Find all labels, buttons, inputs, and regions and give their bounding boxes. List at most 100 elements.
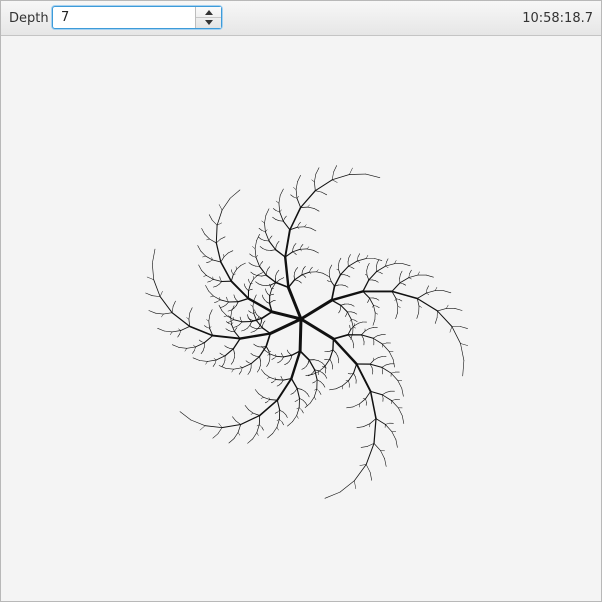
branch-segment (202, 255, 206, 258)
branch-segment (258, 399, 279, 417)
branch-segment (376, 334, 382, 337)
branch-segment (460, 343, 465, 361)
branch-segment (307, 206, 315, 209)
branch-segment (369, 359, 375, 365)
branch-segment (299, 398, 304, 401)
branch-segment (332, 338, 335, 351)
branch-segment (232, 268, 238, 275)
branch-segment (316, 388, 320, 392)
branch-segment (264, 299, 267, 303)
branch-segment (375, 262, 378, 268)
branch-segment (247, 314, 249, 318)
branch-segment (382, 342, 387, 345)
triangle-up-icon (204, 9, 213, 15)
branch-segment (223, 359, 226, 365)
branch-segment (297, 175, 301, 182)
branch-segment (270, 381, 275, 384)
branch-segment (249, 253, 253, 257)
branch-segment (201, 270, 207, 276)
branch-segment (454, 308, 463, 311)
branch-segment (153, 279, 161, 297)
branch-segment (254, 248, 257, 258)
branch-segment (231, 269, 233, 273)
branch-segment (338, 257, 342, 262)
branch-segment (256, 368, 260, 373)
branch-segment (215, 224, 218, 244)
branch-segment (301, 409, 304, 414)
toolbar: Depth 10:58:18.7 (1, 1, 601, 36)
branch-segment (225, 328, 229, 331)
branch-segment (208, 290, 214, 297)
branch-segment (221, 197, 231, 211)
branch-segment (292, 248, 301, 253)
branch-segment (268, 237, 271, 242)
branch-segment (332, 349, 337, 354)
branch-segment (376, 305, 380, 309)
branch-segment (179, 411, 192, 421)
branch-segment (350, 318, 354, 327)
branch-segment (368, 297, 374, 306)
depth-input[interactable] (53, 7, 195, 28)
branch-segment (265, 208, 270, 216)
branch-segment (276, 377, 293, 402)
branch-segment (272, 208, 277, 211)
branch-segment (260, 238, 266, 241)
branch-segment (286, 361, 290, 364)
branch-segment (244, 285, 247, 289)
branch-segment (274, 411, 278, 414)
branch-segment (307, 393, 310, 398)
branch-segment (344, 314, 347, 317)
branch-segment (451, 326, 461, 344)
branch-segment (222, 304, 227, 308)
branch-segment (268, 240, 277, 251)
branch-segment (321, 191, 328, 196)
branch-segment (252, 412, 261, 416)
branch-segment (275, 272, 278, 276)
branch-segment (247, 297, 274, 313)
branch-segment (356, 260, 361, 263)
branch-segment (275, 243, 278, 247)
spin-down-button[interactable] (196, 17, 221, 27)
branch-segment (295, 181, 298, 190)
branch-segment (234, 296, 237, 300)
branch-segment (221, 310, 228, 317)
branch-segment (268, 359, 271, 365)
branch-segment (279, 188, 284, 196)
branch-segment (312, 381, 316, 384)
branch-segment (330, 285, 336, 302)
branch-segment (281, 421, 284, 426)
branch-segment (339, 307, 342, 312)
branch-segment (262, 297, 265, 301)
branch-segment (241, 363, 252, 369)
branch-segment (259, 424, 263, 428)
branch-segment (315, 190, 322, 193)
branch-segment (201, 228, 205, 235)
branch-segment (270, 249, 276, 251)
branch-segment (193, 344, 196, 348)
branch-segment (255, 345, 260, 348)
branch-segment (345, 285, 349, 288)
branch-segment (171, 312, 191, 328)
branch-segment (248, 362, 252, 364)
branch-segment (353, 312, 358, 315)
branch-segment (148, 310, 156, 314)
clock-display: 10:58:18.7 (522, 11, 593, 26)
branch-segment (233, 294, 235, 298)
depth-spinner[interactable] (52, 6, 222, 29)
branch-segment (207, 280, 211, 283)
branch-segment (408, 277, 412, 280)
branch-segment (257, 272, 263, 276)
branch-segment (381, 364, 387, 368)
branch-segment (186, 317, 190, 320)
branch-segment (231, 368, 234, 373)
branch-segment (373, 417, 377, 445)
branch-segment (237, 424, 242, 433)
branch-segment (223, 315, 228, 317)
branch-segment (227, 329, 232, 332)
branch-segment (356, 256, 359, 262)
branch-segment (219, 306, 224, 308)
branch-segment (301, 367, 305, 370)
branch-segment (369, 472, 373, 481)
branch-segment (286, 349, 289, 353)
branch-segment (225, 301, 229, 306)
